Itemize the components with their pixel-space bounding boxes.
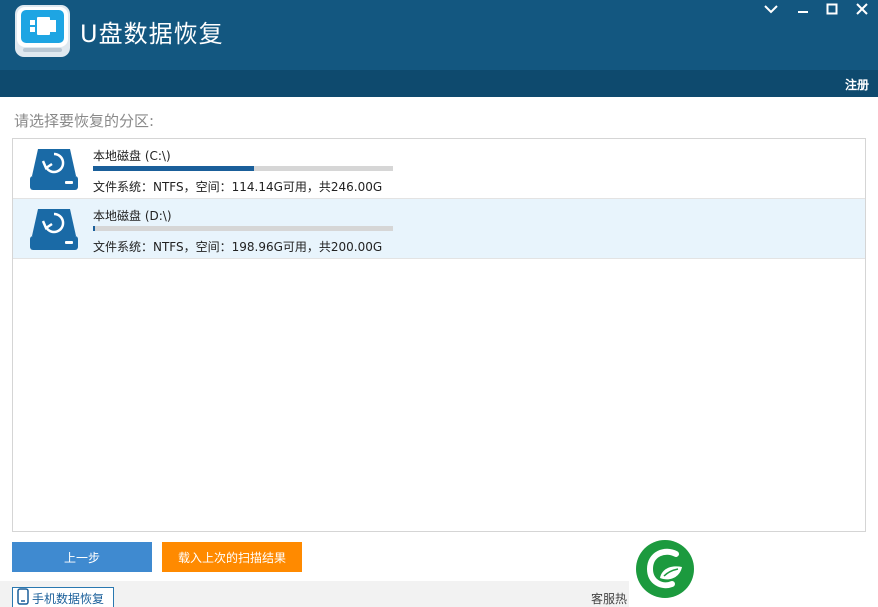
chevron-down-icon[interactable] (759, 0, 783, 18)
partition-row-d[interactable]: 本地磁盘 (D:\) 文件系统：NTFS，空间：198.96G可用，共200.0… (13, 199, 865, 259)
hotline-label: 客服热 (591, 592, 628, 606)
usage-fill (93, 226, 95, 231)
usage-bar (93, 226, 393, 231)
prev-step-button[interactable]: 上一步 (12, 542, 152, 572)
partition-row-c[interactable]: 本地磁盘 (C:\) 文件系统：NTFS，空间：114.14G可用，共246.0… (13, 139, 865, 199)
brand-logo (634, 538, 696, 600)
minimize-icon[interactable] (791, 0, 815, 18)
hard-disk-icon (29, 147, 79, 191)
partition-info: 文件系统：NTFS，空间：114.14G可用，共246.00G (93, 180, 383, 194)
usage-fill (93, 166, 254, 171)
partition-name: 本地磁盘 (C:\) (93, 149, 171, 163)
partition-info: 文件系统：NTFS，空间：198.96G可用，共200.00G (93, 240, 383, 254)
register-link[interactable]: 注册 (845, 76, 869, 93)
phone-recovery-button[interactable]: 手机数据恢复 (12, 587, 114, 607)
partition-name: 本地磁盘 (D:\) (93, 209, 172, 223)
menu-bar (0, 70, 878, 97)
section-label: 请选择要恢复的分区: (14, 112, 155, 130)
maximize-icon[interactable] (820, 0, 844, 18)
partition-list: 本地磁盘 (C:\) 文件系统：NTFS，空间：114.14G可用，共246.0… (12, 138, 866, 532)
close-icon[interactable] (850, 0, 874, 18)
phone-icon (17, 587, 29, 607)
phone-recovery-label: 手机数据恢复 (32, 591, 105, 606)
usage-bar (93, 166, 393, 171)
app-title: U盘数据恢复 (80, 20, 224, 48)
usb-drive-icon (15, 5, 70, 57)
hard-disk-icon (29, 207, 79, 251)
load-last-scan-button[interactable]: 载入上次的扫描结果 (162, 542, 302, 572)
